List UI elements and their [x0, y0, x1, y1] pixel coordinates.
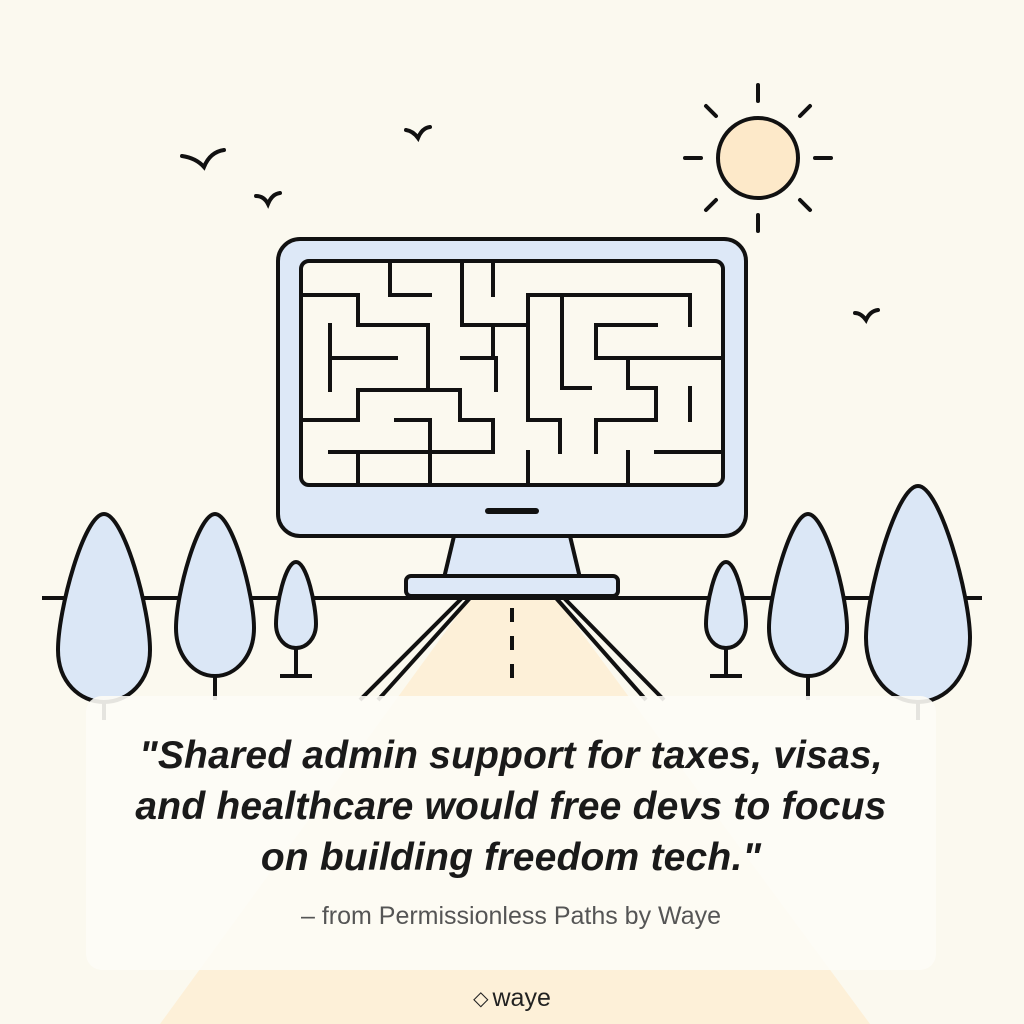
quote-text: "Shared admin support for taxes, visas, …: [86, 730, 936, 883]
monitor-icon: [276, 237, 748, 598]
brand-name: waye: [492, 984, 551, 1012]
quote-line: on building freedom tech.": [260, 836, 762, 879]
illustration-stage: "Shared admin support for taxes, visas, …: [0, 0, 1024, 1024]
quote-card: "Shared admin support for taxes, visas, …: [86, 696, 936, 970]
diamond-outline-icon: ◇: [473, 988, 489, 1010]
quote-line: and healthcare would free devs to focus: [135, 785, 887, 828]
tree-icon: [273, 559, 319, 678]
tree-icon: [863, 483, 973, 720]
tree-icon: [55, 511, 153, 720]
tree-icon: [766, 511, 850, 700]
brand-logo: ◇ waye: [0, 984, 1024, 1013]
sun-icon: [683, 83, 833, 233]
tree-icon: [703, 559, 749, 678]
tree-icon: [173, 511, 257, 700]
quote-line: "Shared admin support for taxes, visas,: [139, 734, 883, 777]
quote-attribution: – from Permissionless Paths by Waye: [300, 902, 722, 930]
